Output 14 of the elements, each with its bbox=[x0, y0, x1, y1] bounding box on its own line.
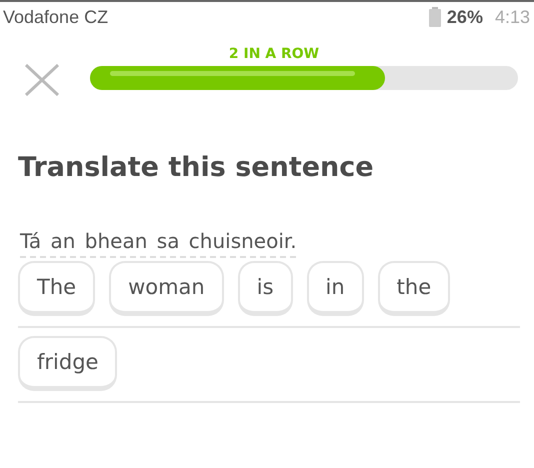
battery-icon bbox=[428, 7, 441, 27]
clock: 4:13 bbox=[494, 6, 530, 28]
streak-label: 2 IN A ROW bbox=[228, 46, 320, 62]
word-chip[interactable]: woman bbox=[109, 261, 224, 316]
word-chip[interactable]: The bbox=[18, 261, 96, 316]
exercise-title: Translate this sentence bbox=[18, 152, 375, 183]
word-chip[interactable]: in bbox=[306, 261, 364, 316]
word-chip[interactable]: is bbox=[238, 261, 293, 316]
source-sentence: Tá an bhean sa chuisneoir. bbox=[20, 229, 298, 253]
battery-level: 26% bbox=[446, 6, 483, 28]
word-chip[interactable]: fridge bbox=[18, 336, 118, 391]
word-chip[interactable]: the bbox=[378, 261, 450, 316]
close-icon[interactable] bbox=[24, 64, 60, 96]
carrier-name: Vodafone CZ bbox=[3, 6, 110, 28]
